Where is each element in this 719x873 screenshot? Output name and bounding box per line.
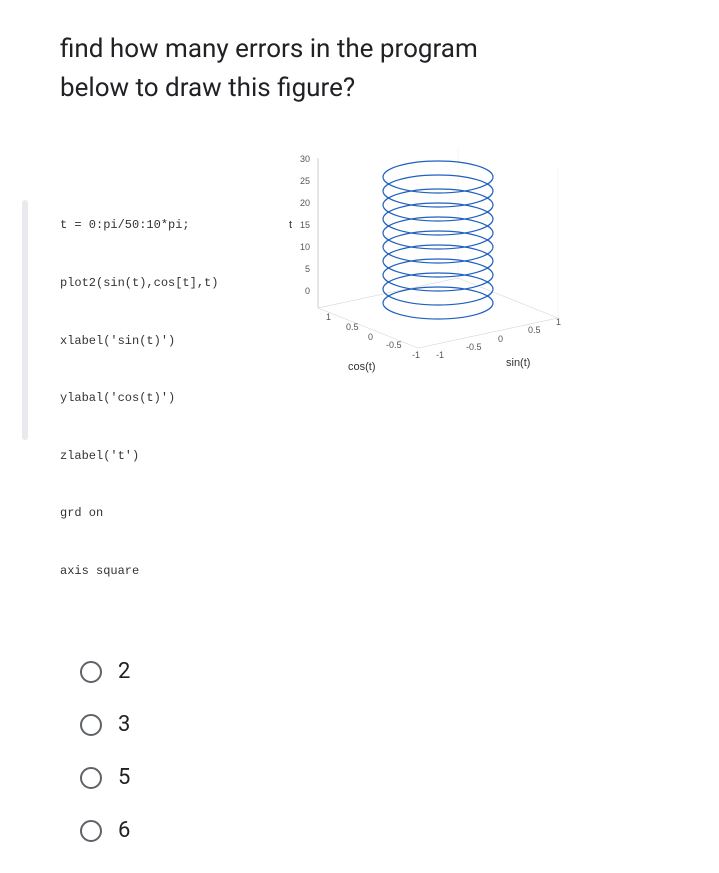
question-line-2: below to draw this figure? <box>60 73 355 103</box>
ytick-05: 0.5 <box>528 325 541 335</box>
option-label-3: 3 <box>118 712 130 737</box>
options-list: 2 3 5 6 <box>60 659 669 843</box>
ztick-30: 30 <box>300 154 310 164</box>
option-label-5: 5 <box>118 765 130 790</box>
code-block: t = 0:pi/50:10*pi; plot2(sin(t),cos[t],t… <box>60 148 218 619</box>
ylabel: sin(t) <box>506 357 530 369</box>
code-line-5: zlabel('t') <box>60 447 218 466</box>
ytick-0: 0 <box>498 334 503 344</box>
option-6[interactable]: 6 <box>80 818 669 843</box>
ytick-1: 1 <box>556 317 561 327</box>
xtick-05: 0.5 <box>346 322 359 332</box>
figure-row: t = 0:pi/50:10*pi; plot2(sin(t),cos[t],t… <box>60 148 669 619</box>
radio-icon <box>80 820 102 842</box>
ztick-15: 15 <box>300 220 310 230</box>
xtick-n05: -0.5 <box>386 340 402 350</box>
ytick-n1: -1 <box>436 350 444 360</box>
ztick-5: 5 <box>305 264 310 274</box>
helix-plot-svg: 30 25 20 15 10 5 0 t 1 0.5 0 -0.5 -1 cos… <box>238 148 598 388</box>
option-5[interactable]: 5 <box>80 765 669 790</box>
ztick-0: 0 <box>305 286 310 296</box>
ytick-n05: -0.5 <box>466 342 482 352</box>
option-2[interactable]: 2 <box>80 659 669 684</box>
zlabel: t <box>289 219 292 231</box>
xtick-1: 1 <box>326 312 331 322</box>
option-3[interactable]: 3 <box>80 712 669 737</box>
xtick-0: 0 <box>368 332 373 342</box>
code-line-3: xlabel('sin(t)') <box>60 332 218 351</box>
helix-curve <box>383 161 493 319</box>
question-text: find how many errors in the program belo… <box>60 30 669 108</box>
code-line-1: t = 0:pi/50:10*pi; <box>60 216 218 235</box>
option-label-6: 6 <box>118 818 130 843</box>
code-line-4: ylabal('cos(t)') <box>60 389 218 408</box>
page-indicator <box>22 200 28 440</box>
code-line-7: axis square <box>60 562 218 581</box>
radio-icon <box>80 661 102 683</box>
xtick-n1: -1 <box>412 350 420 360</box>
plot-3d: 30 25 20 15 10 5 0 t 1 0.5 0 -0.5 -1 cos… <box>238 148 598 388</box>
option-label-2: 2 <box>118 659 130 684</box>
ztick-20: 20 <box>300 198 310 208</box>
radio-icon <box>80 714 102 736</box>
ztick-10: 10 <box>300 242 310 252</box>
radio-icon <box>80 767 102 789</box>
question-line-1: find how many errors in the program <box>60 34 478 64</box>
xlabel: cos(t) <box>348 361 376 373</box>
code-line-2: plot2(sin(t),cos[t],t) <box>60 274 218 293</box>
code-line-6: grd on <box>60 504 218 523</box>
ztick-25: 25 <box>300 176 310 186</box>
